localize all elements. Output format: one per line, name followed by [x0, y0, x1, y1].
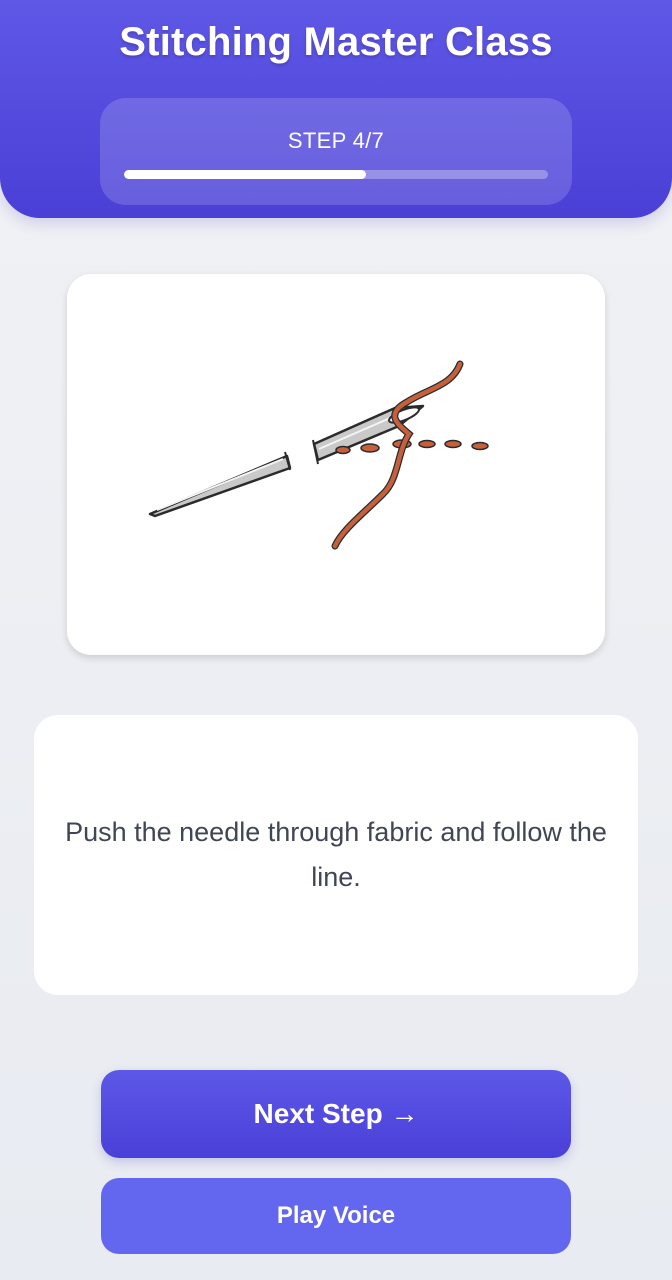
progress-fill [124, 170, 367, 179]
step-progress-card: STEP 4/7 [100, 98, 572, 205]
header: Stitching Master Class STEP 4/7 [0, 0, 672, 218]
play-voice-button[interactable]: Play Voice [101, 1178, 571, 1254]
progress-track [124, 170, 548, 179]
app-title: Stitching Master Class [119, 20, 553, 64]
next-step-button[interactable]: Next Step → [101, 1070, 571, 1158]
instruction-text: Push the needle through fabric and follo… [65, 817, 607, 892]
step-label: STEP 4/7 [287, 128, 385, 153]
needle-thread-illustration [148, 360, 489, 550]
instruction-card: Push the needle through fabric and follo… [34, 715, 638, 995]
illustration-card [67, 274, 605, 655]
thread [331, 360, 464, 550]
